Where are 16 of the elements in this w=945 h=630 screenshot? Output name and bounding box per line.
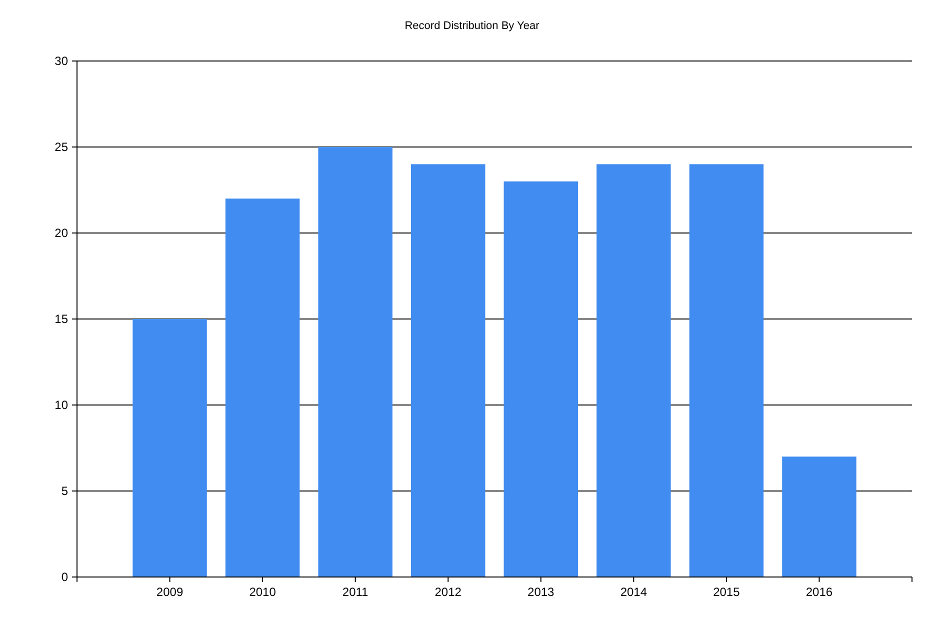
x-tick-label: 2013 — [528, 585, 554, 599]
x-tick-label: 2016 — [806, 585, 833, 599]
y-tick-label: 5 — [61, 484, 68, 498]
x-tick-label: 2014 — [620, 585, 648, 599]
x-tick-label: 2012 — [434, 585, 462, 599]
y-tick-label: 10 — [54, 398, 68, 412]
y-tick-label: 25 — [54, 140, 68, 154]
x-tick-label: 2010 — [249, 585, 276, 599]
y-tick-label: 30 — [54, 54, 68, 68]
y-tick-label: 15 — [54, 312, 68, 326]
x-tick-label: 2015 — [713, 585, 740, 599]
x-tick-label: 2011 — [342, 585, 368, 599]
x-tick-label: 2009 — [156, 585, 184, 599]
chart-title: Record Distribution By Year — [404, 20, 540, 32]
y-tick-label: 20 — [54, 226, 68, 240]
y-tick-label: 0 — [61, 570, 68, 584]
